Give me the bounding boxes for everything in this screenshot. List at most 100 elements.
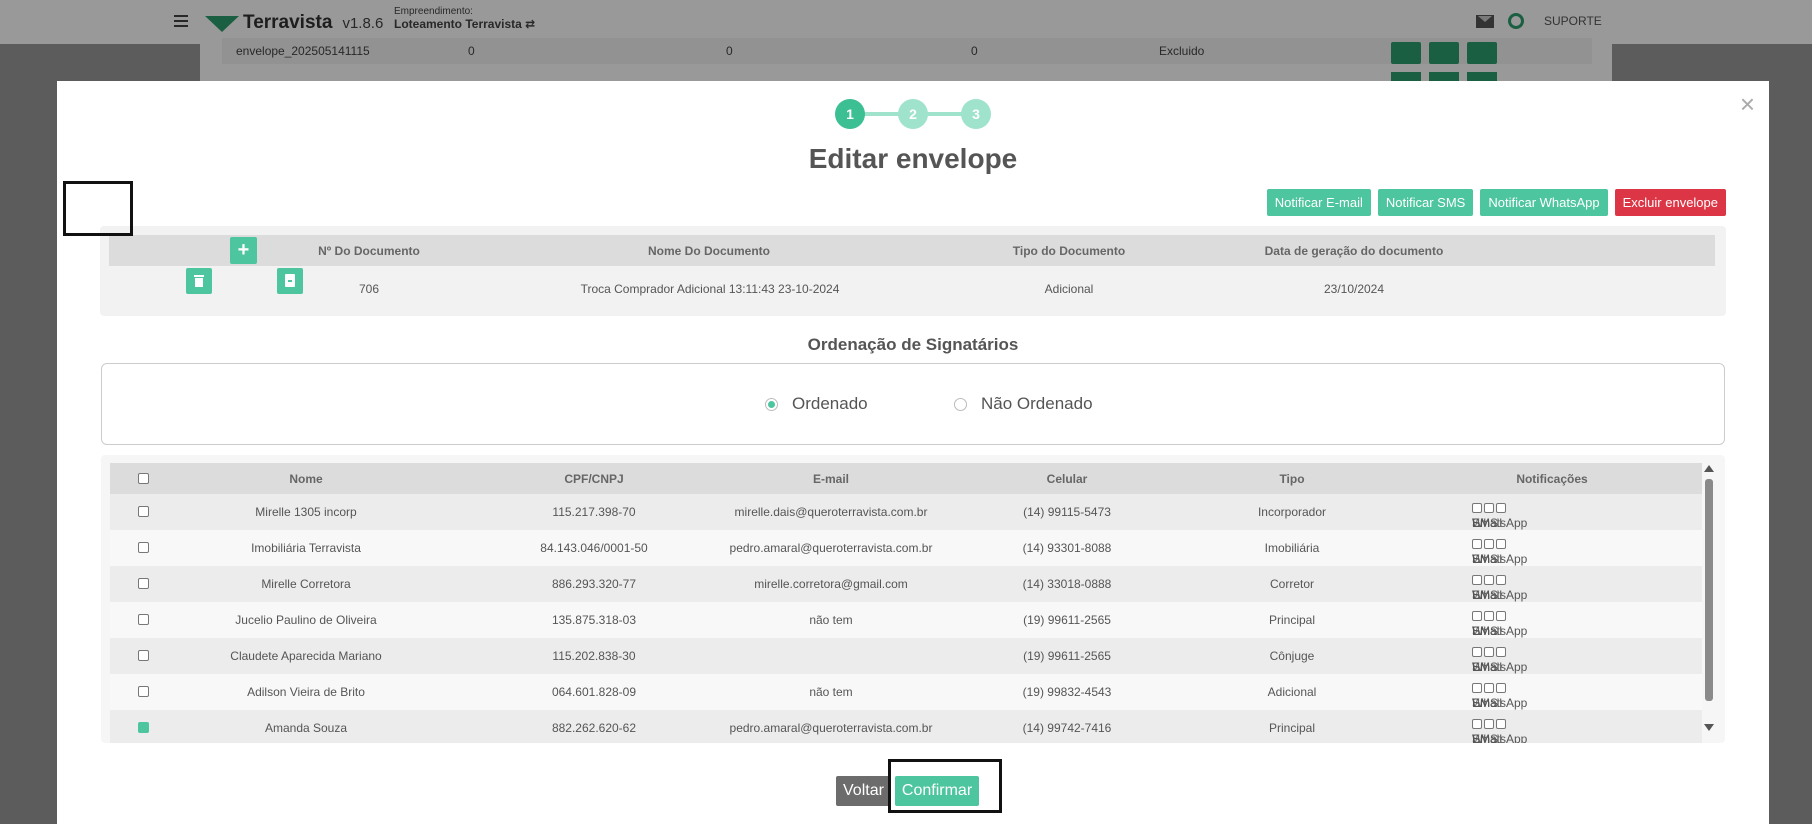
documents-table: Nº Do Documento Nome Do Documento Tipo d… xyxy=(100,226,1726,316)
notify-sms-checkbox[interactable] xyxy=(1484,719,1494,729)
notify-sms-checkbox[interactable] xyxy=(1484,683,1494,693)
notify-email-checkbox[interactable] xyxy=(1472,539,1482,549)
notify-sms-button[interactable]: Notificar SMS xyxy=(1377,189,1474,216)
signer-notifications: Email SMS WhatsApp xyxy=(1472,719,1527,743)
notify-email-checkbox[interactable] xyxy=(1472,683,1482,693)
notify-whatsapp-button[interactable]: Notificar WhatsApp xyxy=(1480,189,1608,216)
notify-whatsapp-checkbox[interactable] xyxy=(1496,611,1506,621)
scroll-down-icon[interactable] xyxy=(1704,724,1714,731)
signer-type: Principal xyxy=(1268,721,1316,735)
notify-sms-checkbox[interactable] xyxy=(1484,611,1494,621)
delete-envelope-button[interactable]: Excluir envelope xyxy=(1614,189,1726,216)
notify-email-checkbox[interactable] xyxy=(1472,647,1482,657)
delete-document-button[interactable] xyxy=(186,268,212,294)
col-doc-date: Data de geração do documento xyxy=(1264,244,1444,258)
signer-row: Claudete Aparecida Mariano 115.202.838-30… xyxy=(110,638,1702,674)
signers-table-header: Nome CPF/CNPJ E-mail Celular Tipo Notifi… xyxy=(110,463,1702,494)
signer-select-checkbox[interactable] xyxy=(138,578,149,589)
radio-unordered[interactable]: Não Ordenado xyxy=(954,394,1093,414)
col-name: Nome xyxy=(289,472,323,486)
select-all-checkbox[interactable] xyxy=(138,473,149,484)
radio-ordered[interactable]: Ordenado xyxy=(765,394,868,414)
add-document-button[interactable]: + xyxy=(230,237,257,264)
signer-doc: 064.601.828-09 xyxy=(551,685,637,699)
notify-whatsapp-checkbox[interactable] xyxy=(1496,539,1506,549)
signers-table: Nome CPF/CNPJ E-mail Celular Tipo Notifi… xyxy=(101,455,1725,743)
signer-email: não tem xyxy=(809,613,853,627)
signer-select-checkbox[interactable] xyxy=(138,506,149,517)
signer-doc: 135.875.318-03 xyxy=(551,613,637,627)
signer-row: Adilson Vieira de Brito 064.601.828-09 não… xyxy=(110,674,1702,710)
step-2[interactable]: 2 xyxy=(898,99,928,129)
scroll-up-icon[interactable] xyxy=(1704,465,1714,472)
col-email: E-mail xyxy=(812,472,849,486)
col-doc-number: Nº Do Documento xyxy=(318,244,420,258)
signer-type: Cônjuge xyxy=(1269,649,1315,663)
signer-select-checkbox[interactable] xyxy=(138,686,149,697)
notify-whatsapp-checkbox[interactable] xyxy=(1496,683,1506,693)
col-notifications: Notificações xyxy=(1516,472,1588,486)
signer-select-checkbox[interactable] xyxy=(138,542,149,553)
signer-email: mirelle.dais@queroterravista.com.br xyxy=(734,505,928,519)
signer-name: Amanda Souza xyxy=(264,721,348,735)
signer-email: não tem xyxy=(809,685,853,699)
notify-sms-checkbox[interactable] xyxy=(1484,503,1494,513)
signer-row: Mirelle Corretora 886.293.320-77 mirelle.c… xyxy=(110,566,1702,602)
edit-envelope-modal: × 1 2 3 Editar envelope Notificar E-mail… xyxy=(57,81,1769,824)
col-type: Tipo xyxy=(1279,472,1305,486)
signer-row: Jucelio Paulino de Oliveira 135.875.318-0… xyxy=(110,602,1702,638)
notify-whatsapp-checkbox[interactable] xyxy=(1496,503,1506,513)
notify-whatsapp-label: WhatsApp xyxy=(1472,588,1528,602)
signer-phone: (14) 99742-7416 xyxy=(1022,721,1112,735)
step-connector xyxy=(863,112,901,116)
signer-type: Adicional xyxy=(1267,685,1317,699)
radio-unordered-label: Não Ordenado xyxy=(981,394,1093,413)
signers-ordering-title: Ordenação de Signatários xyxy=(807,335,1019,354)
signer-select-checkbox[interactable] xyxy=(138,650,149,661)
notify-sms-checkbox[interactable] xyxy=(1484,647,1494,657)
col-phone: Celular xyxy=(1046,472,1088,486)
col-doc-type: Tipo do Documento xyxy=(1012,244,1126,258)
notify-email-button[interactable]: Notificar E-mail xyxy=(1266,189,1371,216)
doc-name: Troca Comprador Adicional 13:11:43 23-10… xyxy=(580,282,840,296)
highlight-box-delete-document xyxy=(63,181,133,236)
notify-email-checkbox[interactable] xyxy=(1472,611,1482,621)
step-1[interactable]: 1 xyxy=(835,99,865,129)
signer-name: Imobiliária Terravista xyxy=(251,541,361,555)
notify-whatsapp-label: WhatsApp xyxy=(1472,696,1528,710)
signer-doc: 882.262.620-62 xyxy=(551,721,637,735)
notify-email-checkbox[interactable] xyxy=(1472,575,1482,585)
signer-select-checkbox[interactable] xyxy=(138,722,149,733)
close-icon[interactable]: × xyxy=(1740,91,1755,117)
back-button[interactable]: Voltar xyxy=(836,776,891,806)
notify-email-checkbox[interactable] xyxy=(1472,503,1482,513)
notify-whatsapp-checkbox[interactable] xyxy=(1496,575,1506,585)
signer-doc: 115.202.838-30 xyxy=(552,649,636,663)
signer-notifications: Email SMS WhatsApp xyxy=(1472,683,1527,710)
signer-type: Incorporador xyxy=(1257,505,1327,519)
documents-table-header: Nº Do Documento Nome Do Documento Tipo d… xyxy=(109,235,1715,266)
notify-sms-checkbox[interactable] xyxy=(1484,539,1494,549)
signer-doc: 886.293.320-77 xyxy=(551,577,637,591)
col-cpf-cnpj: CPF/CNPJ xyxy=(564,472,624,486)
signer-doc: 115.217.398-70 xyxy=(552,505,636,519)
signer-select-checkbox[interactable] xyxy=(138,614,149,625)
notify-email-checkbox[interactable] xyxy=(1472,719,1482,729)
notify-whatsapp-checkbox[interactable] xyxy=(1496,647,1506,657)
signer-name: Adilson Vieira de Brito xyxy=(247,685,365,699)
signer-phone: (19) 99611-2565 xyxy=(1023,649,1111,663)
signer-row: Imobiliária Terravista 84.143.046/0001-50… xyxy=(110,530,1702,566)
notify-sms-checkbox[interactable] xyxy=(1484,575,1494,585)
signer-row: Mirelle 1305 incorp 115.217.398-70 mirelle… xyxy=(110,494,1702,530)
signer-name: Jucelio Paulino de Oliveira xyxy=(235,613,377,627)
doc-number: 706 xyxy=(358,282,380,296)
step-3[interactable]: 3 xyxy=(961,99,991,129)
signer-phone: (19) 99611-2565 xyxy=(1023,613,1111,627)
step-connector xyxy=(925,112,963,116)
notify-whatsapp-checkbox[interactable] xyxy=(1496,719,1506,729)
notify-whatsapp-label: WhatsApp xyxy=(1472,624,1528,638)
signer-email: pedro.amaral@queroterravista.com.br xyxy=(729,721,933,735)
scroll-thumb[interactable] xyxy=(1705,479,1713,701)
signers-scrollbar[interactable] xyxy=(1702,463,1716,733)
signer-type: Imobiliária xyxy=(1264,541,1320,555)
